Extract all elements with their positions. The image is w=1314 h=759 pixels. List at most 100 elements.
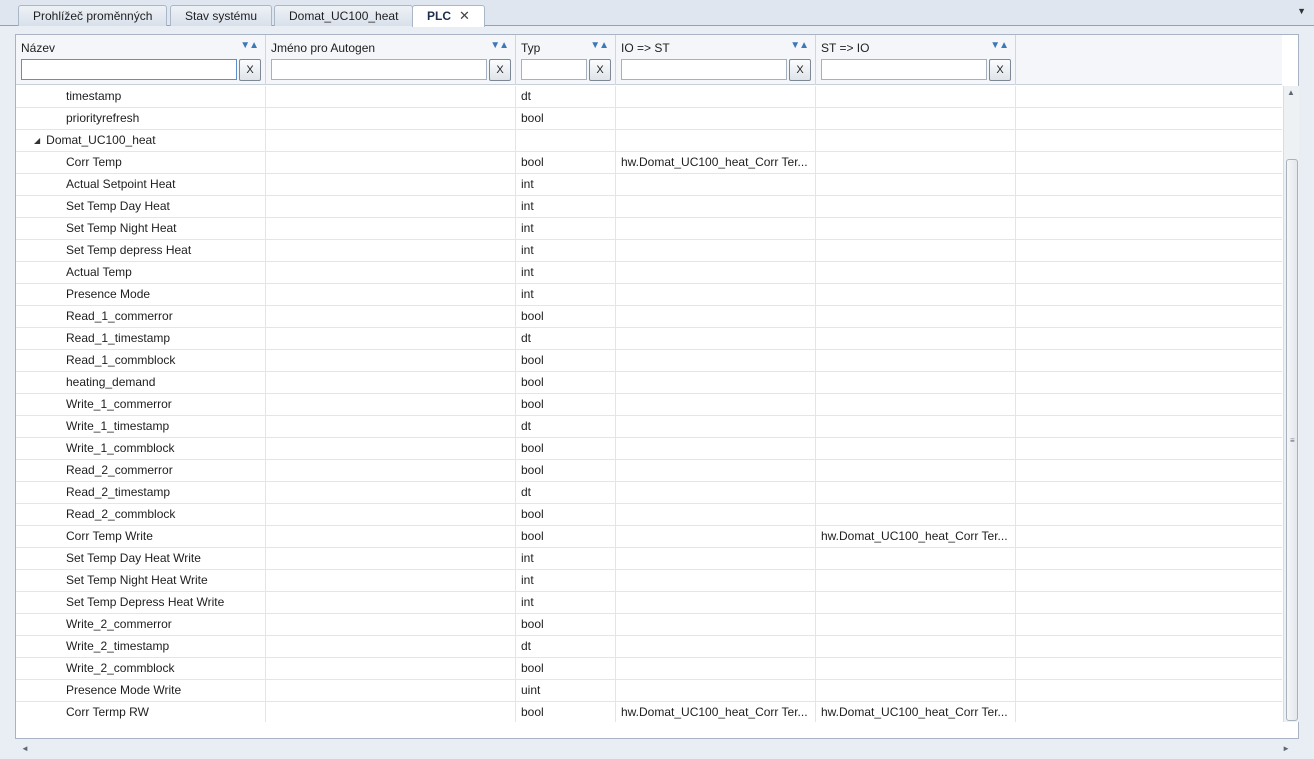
cell-name[interactable]: Set Temp Depress Heat Write bbox=[16, 592, 266, 614]
cell-autogen[interactable] bbox=[266, 416, 516, 438]
scroll-up-icon[interactable]: ▲ bbox=[1287, 88, 1295, 97]
cell-autogen[interactable] bbox=[266, 196, 516, 218]
cell-autogen[interactable] bbox=[266, 548, 516, 570]
cell-name[interactable]: Read_1_timestamp bbox=[16, 328, 266, 350]
scroll-right-icon[interactable]: ► bbox=[1282, 744, 1290, 753]
cell-io-st[interactable] bbox=[616, 460, 816, 482]
cell-autogen[interactable] bbox=[266, 460, 516, 482]
cell-io-st[interactable] bbox=[616, 350, 816, 372]
table-row[interactable]: Actual Temp int bbox=[16, 262, 1282, 284]
cell-autogen[interactable] bbox=[266, 218, 516, 240]
cell-io-st[interactable]: hw.Domat_UC100_heat_Corr Ter... bbox=[616, 152, 816, 174]
cell-name[interactable]: Read_1_commerror bbox=[16, 306, 266, 328]
cell-name[interactable]: Set Temp depress Heat bbox=[16, 240, 266, 262]
cell-io-st[interactable] bbox=[616, 680, 816, 702]
cell-autogen[interactable] bbox=[266, 482, 516, 504]
cell-name[interactable]: Corr Temp Write bbox=[16, 526, 266, 548]
cell-autogen[interactable] bbox=[266, 526, 516, 548]
cell-autogen[interactable] bbox=[266, 680, 516, 702]
cell-type[interactable] bbox=[516, 130, 616, 152]
cell-io-st[interactable] bbox=[616, 658, 816, 680]
cell-type[interactable]: uint bbox=[516, 680, 616, 702]
cell-st-io[interactable] bbox=[816, 350, 1016, 372]
cell-st-io[interactable] bbox=[816, 460, 1016, 482]
cell-type[interactable]: bool bbox=[516, 108, 616, 130]
cell-type[interactable]: dt bbox=[516, 636, 616, 658]
cell-io-st[interactable] bbox=[616, 130, 816, 152]
cell-type[interactable]: dt bbox=[516, 86, 616, 108]
cell-st-io[interactable] bbox=[816, 240, 1016, 262]
cell-name[interactable]: Read_2_commblock bbox=[16, 504, 266, 526]
filter-input-io-st[interactable] bbox=[621, 59, 787, 80]
cell-io-st[interactable]: hw.Domat_UC100_heat_Corr Ter... bbox=[616, 702, 816, 722]
cell-autogen[interactable] bbox=[266, 86, 516, 108]
table-row[interactable]: Corr Temp bool hw.Domat_UC100_heat_Corr Te… bbox=[16, 152, 1282, 174]
cell-type[interactable]: bool bbox=[516, 152, 616, 174]
cell-st-io[interactable] bbox=[816, 416, 1016, 438]
scrollbar-thumb[interactable]: ≡ bbox=[1286, 159, 1298, 721]
cell-name[interactable]: Write_2_timestamp bbox=[16, 636, 266, 658]
table-row[interactable]: Presence Mode int bbox=[16, 284, 1282, 306]
cell-st-io[interactable] bbox=[816, 658, 1016, 680]
cell-autogen[interactable] bbox=[266, 394, 516, 416]
cell-type[interactable]: int bbox=[516, 240, 616, 262]
table-row[interactable]: Write_2_commblock bool bbox=[16, 658, 1282, 680]
cell-st-io[interactable] bbox=[816, 592, 1016, 614]
filter-input-type[interactable] bbox=[521, 59, 587, 80]
cell-autogen[interactable] bbox=[266, 658, 516, 680]
table-row[interactable]: timestamp dt bbox=[16, 86, 1282, 108]
cell-type[interactable]: int bbox=[516, 196, 616, 218]
cell-autogen[interactable] bbox=[266, 174, 516, 196]
cell-autogen[interactable] bbox=[266, 240, 516, 262]
cell-st-io[interactable] bbox=[816, 636, 1016, 658]
table-row[interactable]: Set Temp depress Heat int bbox=[16, 240, 1282, 262]
cell-io-st[interactable] bbox=[616, 438, 816, 460]
cell-type[interactable]: bool bbox=[516, 614, 616, 636]
clear-filter-button[interactable]: X bbox=[589, 59, 611, 81]
cell-autogen[interactable] bbox=[266, 438, 516, 460]
cell-name[interactable]: Write_1_commerror bbox=[16, 394, 266, 416]
cell-name[interactable]: Set Temp Night Heat Write bbox=[16, 570, 266, 592]
cell-name[interactable]: priorityrefresh bbox=[16, 108, 266, 130]
cell-name[interactable]: Read_2_commerror bbox=[16, 460, 266, 482]
cell-name[interactable]: Presence Mode bbox=[16, 284, 266, 306]
table-row[interactable]: Set Temp Depress Heat Write int bbox=[16, 592, 1282, 614]
table-row[interactable]: Set Temp Day Heat int bbox=[16, 196, 1282, 218]
cell-type[interactable]: bool bbox=[516, 460, 616, 482]
cell-autogen[interactable] bbox=[266, 350, 516, 372]
cell-io-st[interactable] bbox=[616, 218, 816, 240]
cell-name[interactable]: Actual Setpoint Heat bbox=[16, 174, 266, 196]
vertical-scrollbar[interactable]: ▲ ≡ bbox=[1283, 86, 1299, 722]
sort-icon[interactable]: ▼▲ bbox=[990, 40, 1009, 51]
cell-type[interactable]: int bbox=[516, 592, 616, 614]
cell-type[interactable]: bool bbox=[516, 438, 616, 460]
cell-name[interactable]: ◢ Domat_UC100_heat bbox=[16, 130, 266, 152]
table-row[interactable]: Read_2_commerror bool bbox=[16, 460, 1282, 482]
cell-io-st[interactable] bbox=[616, 482, 816, 504]
cell-name[interactable]: Corr Termp RW bbox=[16, 702, 266, 722]
tab-variable-browser[interactable]: Prohlížeč proměnných bbox=[18, 5, 168, 26]
cell-io-st[interactable] bbox=[616, 372, 816, 394]
cell-autogen[interactable] bbox=[266, 306, 516, 328]
column-header-autogen[interactable]: Jméno pro Autogen ▼▲ X bbox=[266, 35, 516, 85]
cell-io-st[interactable] bbox=[616, 570, 816, 592]
cell-io-st[interactable] bbox=[616, 262, 816, 284]
cell-autogen[interactable] bbox=[266, 328, 516, 350]
cell-io-st[interactable] bbox=[616, 416, 816, 438]
cell-io-st[interactable] bbox=[616, 636, 816, 658]
cell-st-io[interactable] bbox=[816, 570, 1016, 592]
cell-type[interactable]: int bbox=[516, 218, 616, 240]
cell-name[interactable]: Corr Temp bbox=[16, 152, 266, 174]
cell-name[interactable]: Read_1_commblock bbox=[16, 350, 266, 372]
cell-st-io[interactable] bbox=[816, 482, 1016, 504]
tab-system-status[interactable]: Stav systému bbox=[170, 5, 273, 26]
sort-icon[interactable]: ▼▲ bbox=[790, 40, 809, 51]
cell-type[interactable]: bool bbox=[516, 702, 616, 722]
cell-type[interactable]: int bbox=[516, 174, 616, 196]
cell-st-io[interactable] bbox=[816, 306, 1016, 328]
cell-io-st[interactable] bbox=[616, 548, 816, 570]
cell-autogen[interactable] bbox=[266, 108, 516, 130]
cell-io-st[interactable] bbox=[616, 614, 816, 636]
cell-name[interactable]: Write_1_timestamp bbox=[16, 416, 266, 438]
chevron-down-icon[interactable]: ▼ bbox=[1297, 6, 1306, 16]
